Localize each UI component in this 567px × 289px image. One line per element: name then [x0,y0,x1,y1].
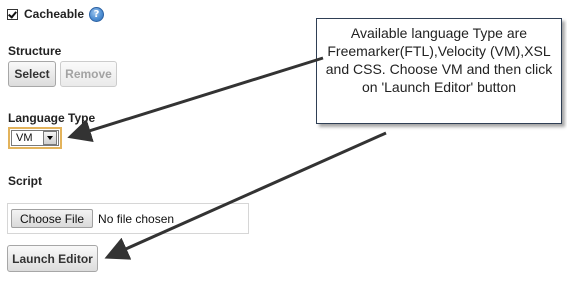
arrow-to-launch-editor [104,131,387,260]
arrow-to-language-select [67,56,324,143]
annotation-arrows [67,56,387,260]
